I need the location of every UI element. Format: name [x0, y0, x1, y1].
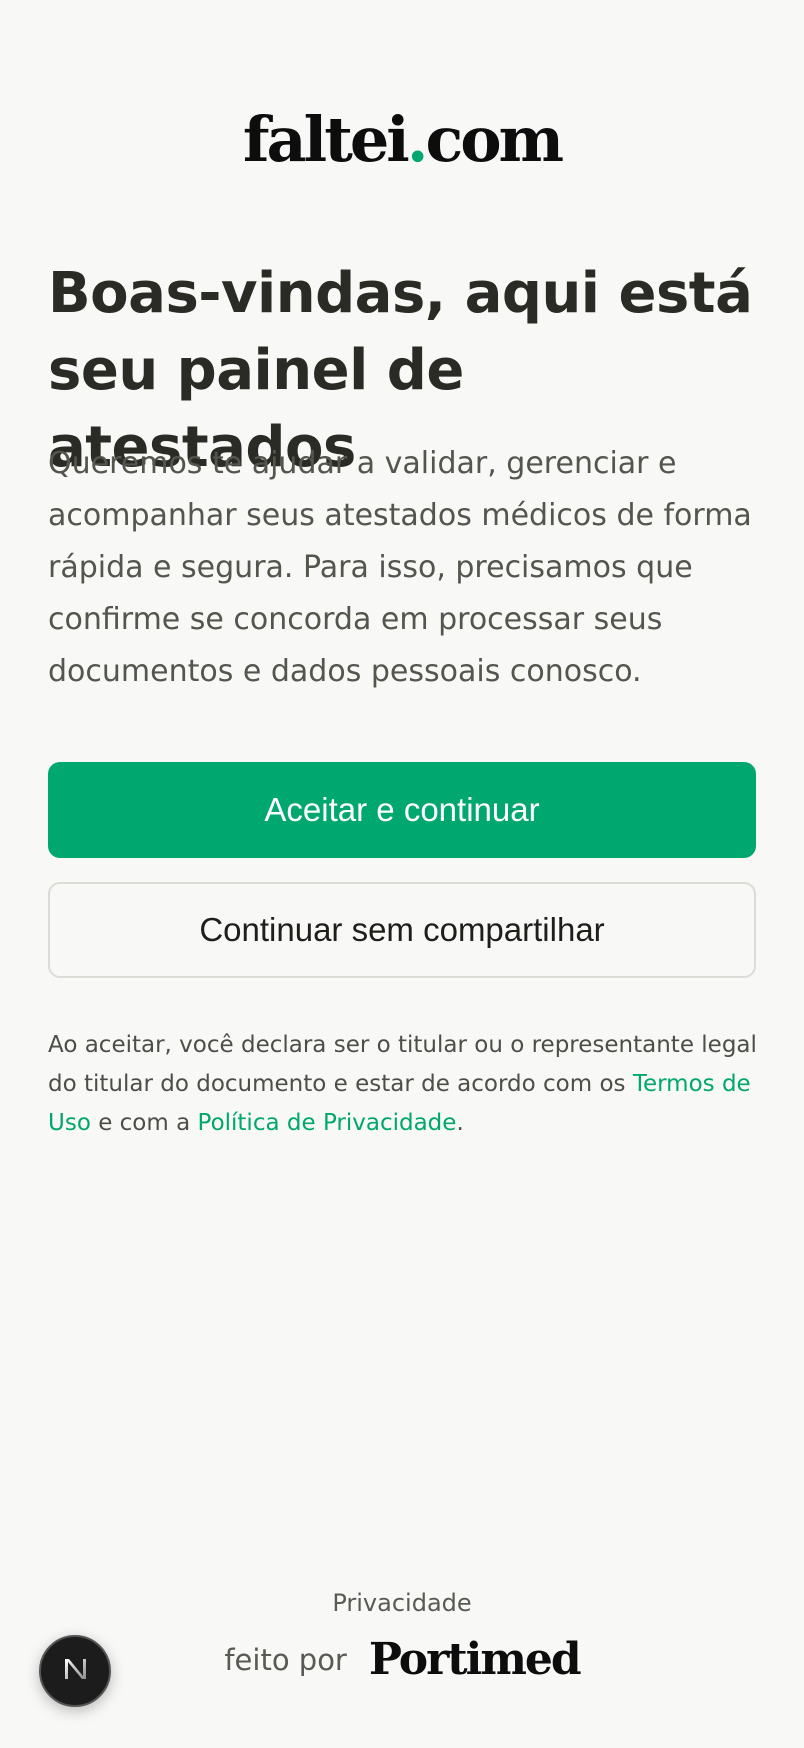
logo-name: faltei [242, 103, 410, 176]
decline-button-label: Continuar sem compartilhar [199, 911, 605, 948]
portimed-logo[interactable]: Portimed [369, 1634, 582, 1685]
legal-middle: e com a [90, 1110, 198, 1136]
accept-button-label: Aceitar e continuar [264, 791, 540, 828]
legal-suffix: . [456, 1110, 464, 1136]
next-dev-tools-button[interactable] [39, 1635, 111, 1707]
accept-button[interactable]: Aceitar e continuar [48, 762, 756, 858]
faltei-logo: faltei.com [0, 100, 804, 180]
made-by: feito por Portimed [0, 1634, 804, 1685]
made-by-label: feito por [224, 1642, 347, 1677]
intro-text: Queremos te ajudar a validar, gerenciar … [48, 446, 752, 689]
legal-notice: Ao aceitar, você declara ser o titular o… [48, 1026, 768, 1143]
continue-without-sharing-button[interactable]: Continuar sem compartilhar [48, 882, 756, 978]
logo-dot: . [406, 103, 429, 176]
next-n-icon [58, 1652, 92, 1690]
privacy-policy-link[interactable]: Política de Privacidade [198, 1110, 457, 1136]
logo-tld: com [425, 103, 564, 176]
consent-page: faltei.com Boas-vindas, aqui está seu pa… [0, 0, 804, 1748]
footer-privacy-link[interactable]: Privacidade [0, 1586, 804, 1620]
